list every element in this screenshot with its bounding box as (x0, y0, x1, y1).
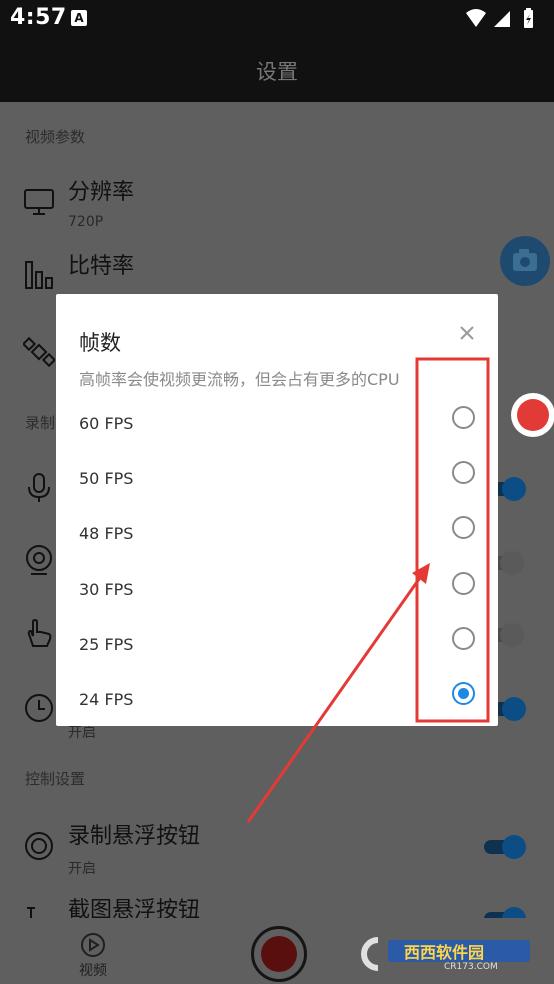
record-float-toggle[interactable] (484, 835, 528, 859)
dialog-subtitle: 高帧率会使视频更流畅，但会占有更多的CPU (79, 370, 400, 389)
microphone-icon (28, 473, 50, 502)
radio-button[interactable] (452, 406, 475, 429)
section-header-video: 视频参数 (25, 128, 86, 146)
notification-icon: A (71, 10, 87, 26)
fps-option-label: 25 FPS (79, 635, 134, 654)
dialog-title: 帧数 (79, 331, 121, 355)
fps-option-label: 30 FPS (79, 580, 134, 599)
radio-button[interactable] (452, 516, 475, 539)
page-title: 设置 (256, 60, 298, 84)
radio-button[interactable] (452, 461, 475, 484)
record-float-value: 开启 (68, 861, 96, 877)
system-icons (464, 7, 544, 35)
fps-dialog: 帧数 高帧率会使视频更流畅，但会占有更多的CPU 60 FPS 50 FPS 4… (56, 294, 498, 726)
resolution-value: 720P (68, 214, 104, 230)
bar-chart-icon (25, 261, 53, 289)
fps-option-label: 50 FPS (79, 469, 134, 488)
record-float-title[interactable]: 录制悬浮按钮 (68, 818, 200, 850)
fps-option-label: 24 FPS (79, 690, 134, 709)
status-time: 4:57 (10, 5, 67, 30)
touch-hand-icon (27, 618, 52, 647)
watermark-logo: 西西软件园 CR173.COM (358, 934, 536, 974)
nav-video-tab[interactable]: 视频 (76, 932, 110, 980)
play-circle-icon (81, 933, 105, 957)
camera-lens-icon (26, 545, 52, 575)
fps-option[interactable]: 48 FPS (56, 508, 498, 563)
bitrate-title[interactable]: 比特率 (68, 248, 134, 280)
wifi-signal-battery-icon (466, 8, 533, 28)
fps-option[interactable]: 25 FPS (56, 619, 498, 674)
watermark-domain: CR173.COM (444, 962, 498, 972)
nav-video-label: 视频 (79, 963, 107, 979)
record-button[interactable] (251, 926, 307, 982)
fps-option[interactable]: 30 FPS (56, 564, 498, 619)
watermark-text: 西西软件园 (404, 943, 485, 962)
record-circle-icon (25, 832, 53, 860)
clock-icon (25, 694, 53, 722)
status-bar: 4:57 A (0, 0, 554, 38)
close-icon[interactable] (456, 322, 478, 344)
satellite-icon (23, 336, 55, 368)
fps-option[interactable]: 50 FPS (56, 453, 498, 508)
section-header-record: 录制 (25, 414, 56, 432)
app-bar: 设置 (0, 38, 554, 102)
radio-button[interactable] (452, 627, 475, 650)
fps-option-label: 60 FPS (79, 414, 134, 433)
camera-icon (513, 249, 537, 271)
radio-button[interactable] (452, 572, 475, 595)
monitor-icon (24, 189, 54, 215)
fps-option[interactable]: 24 FPS (56, 674, 498, 729)
screenshot-float-button[interactable] (500, 236, 550, 286)
section-header-control: 控制设置 (25, 770, 86, 788)
resolution-title[interactable]: 分辨率 (68, 174, 134, 206)
radio-button-selected[interactable] (452, 682, 475, 705)
record-float-button[interactable] (511, 393, 554, 437)
fps-option-label: 48 FPS (79, 524, 134, 543)
fps-option[interactable]: 60 FPS (56, 398, 498, 453)
